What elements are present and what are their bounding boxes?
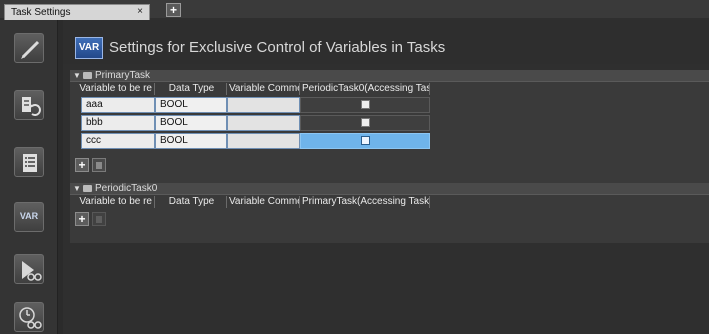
access-checkbox[interactable] <box>361 136 370 145</box>
delete-row-button[interactable] <box>92 212 106 226</box>
folder-icon <box>83 72 92 79</box>
comment-cell[interactable] <box>227 133 300 149</box>
list-document-icon <box>23 154 37 172</box>
var-badge-icon: VAR <box>75 37 103 59</box>
task-return-icon <box>22 97 41 116</box>
folder-icon <box>83 185 92 192</box>
data-type-cell[interactable]: BOOL <box>155 133 227 149</box>
section-header[interactable]: ▼ PrimaryTask <box>70 70 709 82</box>
table-row[interactable]: bbb BOOL <box>70 114 709 132</box>
access-checkbox[interactable] <box>361 100 370 109</box>
data-type-cell[interactable]: BOOL <box>155 97 227 113</box>
comment-cell[interactable] <box>227 115 300 131</box>
add-row-button[interactable]: + <box>75 212 89 226</box>
section-name: PrimaryTask <box>95 70 151 81</box>
close-icon[interactable]: × <box>133 6 147 18</box>
section-periodic-task: ▼ PeriodicTask0 Variable to be re Data T… <box>70 183 709 243</box>
page-title: Settings for Exclusive Control of Variab… <box>109 39 446 56</box>
column-header-row: Variable to be re Data Type Variable Com… <box>70 196 709 208</box>
main-panel: VAR Settings for Exclusive Control of Va… <box>63 20 709 334</box>
clock-glasses-icon <box>19 307 42 329</box>
clock-glasses-button[interactable] <box>14 302 44 332</box>
collapse-triangle-icon[interactable]: ▼ <box>73 71 81 80</box>
column-header-accessing-task[interactable]: PeriodicTask0(Accessing Task) <box>300 83 430 95</box>
variable-cell[interactable]: bbb <box>81 115 155 131</box>
list-document-button[interactable] <box>14 147 44 177</box>
tab-task-settings[interactable]: Task Settings × <box>4 4 150 20</box>
edit-pencil-icon <box>21 40 40 59</box>
comment-cell[interactable] <box>227 97 300 113</box>
column-header-comment[interactable]: Variable Comme <box>227 196 300 208</box>
add-row-button[interactable]: + <box>75 158 89 172</box>
column-header-variable[interactable]: Variable to be re <box>70 196 155 208</box>
variable-cell[interactable]: ccc <box>81 133 155 149</box>
tab-strip: Task Settings × + <box>0 0 709 20</box>
collapse-triangle-icon[interactable]: ▼ <box>73 184 81 193</box>
access-checkbox[interactable] <box>361 118 370 127</box>
trash-icon <box>96 216 102 223</box>
variables-button[interactable]: VAR <box>14 202 44 232</box>
table-row[interactable]: aaa BOOL <box>70 96 709 114</box>
task-return-button[interactable] <box>14 90 44 120</box>
column-header-row: Variable to be re Data Type Variable Com… <box>70 83 709 95</box>
task-glasses-icon <box>22 261 42 281</box>
section-name: PeriodicTask0 <box>95 183 158 194</box>
section-primary-task: ▼ PrimaryTask Variable to be re Data Typ… <box>70 70 709 184</box>
delete-row-button[interactable] <box>92 158 106 172</box>
variable-cell[interactable]: aaa <box>81 97 155 113</box>
column-header-data-type[interactable]: Data Type <box>155 196 227 208</box>
task-glasses-button[interactable] <box>14 254 44 284</box>
column-header-accessing-task[interactable]: PrimaryTask(Accessing Task) <box>300 196 430 208</box>
column-header-comment[interactable]: Variable Comme <box>227 83 300 95</box>
edit-pencil-button[interactable] <box>14 33 44 63</box>
column-header-variable[interactable]: Variable to be re <box>70 83 155 95</box>
table-row-selected[interactable]: ccc BOOL <box>70 132 709 150</box>
trash-icon <box>96 162 102 169</box>
page-header: VAR Settings for Exclusive Control of Va… <box>63 20 709 64</box>
var-icon: VAR <box>19 211 39 221</box>
left-toolbar: VAR <box>0 20 58 334</box>
accessing-task-cell[interactable] <box>300 133 430 149</box>
new-tab-button[interactable]: + <box>166 3 181 17</box>
data-type-cell[interactable]: BOOL <box>155 115 227 131</box>
column-header-data-type[interactable]: Data Type <box>155 83 227 95</box>
accessing-task-cell[interactable] <box>300 115 430 131</box>
section-header[interactable]: ▼ PeriodicTask0 <box>70 183 709 195</box>
tab-label: Task Settings <box>11 7 71 18</box>
accessing-task-cell[interactable] <box>300 97 430 113</box>
